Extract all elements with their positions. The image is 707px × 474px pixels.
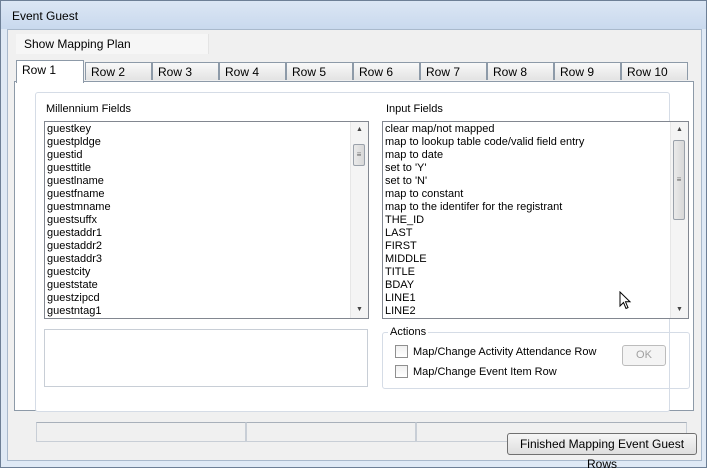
tab-row-7[interactable]: Row 7 bbox=[420, 62, 487, 80]
event-item-checkbox[interactable] bbox=[395, 365, 408, 378]
millennium-field-item[interactable]: guestpldge bbox=[47, 136, 351, 149]
input-fields-scrollbar[interactable]: ▲ ≡ ▼ bbox=[670, 122, 688, 318]
input-field-item[interactable]: map to constant bbox=[385, 188, 671, 201]
tab-row-2[interactable]: Row 2 bbox=[85, 62, 152, 80]
millennium-field-item[interactable]: guestkey bbox=[47, 123, 351, 136]
millennium-fields-listbox[interactable]: guestkey guestpldge guestid guesttitle guest… bbox=[44, 121, 369, 319]
tab-panel-row-1: Millennium Fields guestkey guestpldge gues… bbox=[14, 81, 694, 412]
input-fields-listbox[interactable]: clear map/not mapped map to lookup table … bbox=[382, 121, 689, 319]
tab-row-5[interactable]: Row 5 bbox=[286, 62, 353, 80]
tab-row-8[interactable]: Row 8 bbox=[487, 62, 554, 80]
scroll-up-arrow-icon[interactable]: ▲ bbox=[671, 123, 688, 137]
input-field-item[interactable]: set to 'N' bbox=[385, 175, 671, 188]
mouse-pointer-icon bbox=[619, 291, 632, 310]
notes-box bbox=[44, 329, 368, 387]
show-mapping-plan-menu[interactable]: Show Mapping Plan bbox=[16, 34, 209, 54]
scroll-up-arrow-icon[interactable]: ▲ bbox=[351, 123, 368, 137]
millennium-field-item[interactable]: guestmname bbox=[47, 201, 351, 214]
tab-row-4[interactable]: Row 4 bbox=[219, 62, 286, 80]
actions-title: Actions bbox=[388, 326, 429, 338]
input-field-item[interactable]: map to date bbox=[385, 149, 671, 162]
event-item-label: Map/Change Event Item Row bbox=[413, 366, 557, 378]
activity-attendance-label: Map/Change Activity Attendance Row bbox=[413, 346, 597, 358]
scroll-thumb[interactable]: ≡ bbox=[673, 140, 685, 220]
input-field-item[interactable]: LAST bbox=[385, 227, 671, 240]
tab-row-9[interactable]: Row 9 bbox=[554, 62, 621, 80]
millennium-field-item[interactable]: guestsuffx bbox=[47, 214, 351, 227]
millennium-field-item[interactable]: guestaddr2 bbox=[47, 240, 351, 253]
input-field-item[interactable]: map to the identifer for the registrant bbox=[385, 201, 671, 214]
input-fields-label: Input Fields bbox=[386, 103, 443, 115]
millennium-field-item[interactable]: guestzipcd bbox=[47, 292, 351, 305]
event-item-checkbox-row[interactable]: Map/Change Event Item Row bbox=[395, 365, 605, 379]
millennium-field-item[interactable]: guestaddr1 bbox=[47, 227, 351, 240]
input-field-item[interactable]: THE_ID bbox=[385, 214, 671, 227]
input-fields-items: clear map/not mapped map to lookup table … bbox=[385, 123, 671, 318]
input-field-item[interactable]: clear map/not mapped bbox=[385, 123, 671, 136]
activity-attendance-checkbox[interactable] bbox=[395, 345, 408, 358]
millennium-fields-label: Millennium Fields bbox=[46, 103, 131, 115]
tab-row-3[interactable]: Row 3 bbox=[152, 62, 219, 80]
millennium-field-item[interactable]: gueststate bbox=[47, 279, 351, 292]
status-pane-1 bbox=[36, 422, 246, 442]
actions-groupbox: Actions Map/Change Activity Attendance R… bbox=[382, 326, 690, 389]
millennium-fields-scrollbar[interactable]: ▲ ≡ ▼ bbox=[350, 122, 368, 318]
status-pane-2 bbox=[246, 422, 416, 442]
input-field-item[interactable]: MIDDLE bbox=[385, 253, 671, 266]
input-field-item[interactable]: map to lookup table code/valid field ent… bbox=[385, 136, 671, 149]
scroll-down-arrow-icon[interactable]: ▼ bbox=[351, 303, 368, 317]
millennium-field-item[interactable]: guesttitle bbox=[47, 162, 351, 175]
millennium-field-item[interactable]: guestaddr3 bbox=[47, 253, 351, 266]
tab-row-1[interactable]: Row 1 bbox=[16, 60, 84, 83]
tab-row-10[interactable]: Row 10 bbox=[621, 62, 688, 80]
millennium-field-item[interactable]: guestfname bbox=[47, 188, 351, 201]
event-guest-window: Event Guest Show Mapping Plan Row 1 Row … bbox=[0, 0, 707, 471]
input-field-item[interactable]: FIRST bbox=[385, 240, 671, 253]
window-title: Event Guest bbox=[12, 9, 79, 23]
mapping-group: Millennium Fields guestkey guestpldge gues… bbox=[35, 92, 690, 412]
scroll-thumb[interactable]: ≡ bbox=[353, 144, 365, 166]
tab-row-6[interactable]: Row 6 bbox=[353, 62, 420, 80]
title-bar[interactable]: Event Guest bbox=[1, 1, 706, 29]
scroll-down-arrow-icon[interactable]: ▼ bbox=[671, 303, 688, 317]
activity-attendance-checkbox-row[interactable]: Map/Change Activity Attendance Row bbox=[395, 345, 605, 359]
input-field-item[interactable]: TITLE bbox=[385, 266, 671, 279]
input-field-item[interactable]: set to 'Y' bbox=[385, 162, 671, 175]
window-client-area: Show Mapping Plan Row 1 Row 2 Row 3 Row … bbox=[7, 29, 702, 471]
row-tabs: Row 1 Row 2 Row 3 Row 4 Row 5 Row 6 Row … bbox=[8, 60, 701, 83]
millennium-field-item[interactable]: guestcity bbox=[47, 266, 351, 279]
finished-mapping-button[interactable]: Finished Mapping Event Guest Rows bbox=[507, 433, 697, 471]
millennium-field-item[interactable]: guestntag1 bbox=[47, 305, 351, 318]
millennium-fields-items: guestkey guestpldge guestid guesttitle guest… bbox=[47, 123, 351, 318]
ok-button[interactable]: OK bbox=[622, 345, 666, 366]
millennium-field-item[interactable]: guestid bbox=[47, 149, 351, 162]
millennium-field-item[interactable]: guestlname bbox=[47, 175, 351, 188]
